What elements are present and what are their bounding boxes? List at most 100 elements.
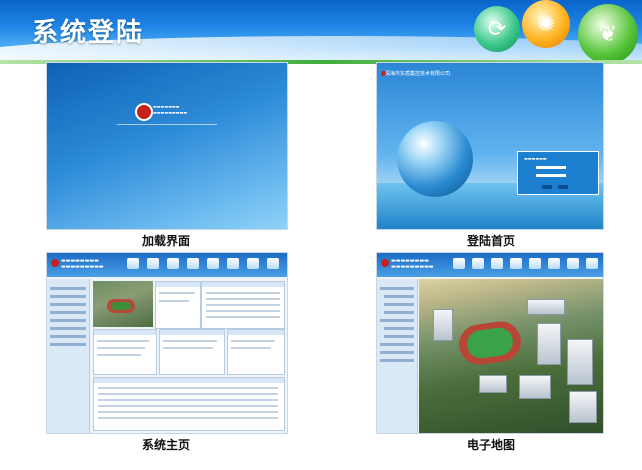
nav-device-icon (167, 258, 179, 269)
sidebar-item (380, 319, 414, 322)
notice-header (94, 330, 156, 335)
notice-line (97, 340, 149, 342)
building (567, 339, 593, 385)
sidebar-item (50, 327, 86, 330)
nav-map-icon (510, 258, 522, 269)
calendar-row (206, 298, 280, 300)
building (569, 391, 597, 423)
table-header (94, 378, 284, 383)
table-row (98, 393, 278, 395)
calendar-row (206, 304, 280, 306)
shortcut-line (231, 347, 271, 349)
notice-line (97, 354, 141, 356)
sidebar-item (380, 359, 414, 362)
building (479, 375, 507, 393)
info-line (159, 292, 195, 294)
login-brand-text: 深海市东盾集控技术有限公司 (385, 71, 451, 77)
calendar-row (206, 292, 280, 294)
emap-screenshot: ▬▬▬▬▬▬▬▬ ▬▬▬▬▬▬▬▬▬ (376, 252, 604, 434)
loading-screen-screenshot: ▬▬▬▬▬▬▬ ▬▬▬▬▬▬▬▬▬ (46, 62, 288, 230)
app-top-bar: ▬▬▬▬▬▬▬▬ ▬▬▬▬▬▬▬▬▬ (377, 253, 603, 277)
sidebar-item (380, 343, 414, 346)
loading-brand-text: ▬▬▬▬▬▬▬ ▬▬▬▬▬▬▬▬▬ (153, 104, 188, 115)
nav-alarm-icon (227, 258, 239, 269)
sidebar-item (50, 295, 86, 298)
sidebar-item (50, 319, 86, 322)
nav-monitor-icon (472, 258, 484, 269)
nav-monitor-icon (147, 258, 159, 269)
table-row (98, 399, 278, 401)
app-brand-text: ▬▬▬▬▬▬▬▬ ▬▬▬▬▬▬▬▬▬ (61, 258, 104, 270)
shortcut-line (231, 340, 275, 342)
nav-user-icon (247, 258, 259, 269)
nav-alarm-icon (548, 258, 560, 269)
app-sidebar (47, 279, 90, 433)
sun-orb-icon: ✺ (522, 0, 570, 48)
building (433, 309, 453, 341)
status-line (163, 347, 213, 349)
sidebar-item (384, 327, 414, 330)
sidebar-item (50, 343, 86, 346)
status-line (163, 340, 217, 342)
building (537, 323, 561, 365)
sidebar-item (50, 311, 86, 314)
table-row (98, 417, 278, 419)
recycle-orb-icon: ⟳ (474, 6, 520, 52)
sidebar-item (50, 335, 86, 338)
nav-home-icon (127, 258, 139, 269)
sidebar-item (380, 351, 414, 354)
login-form-title: ▬▬▬▬▬▬ (524, 156, 547, 161)
sidebar-item (380, 287, 414, 290)
sidebar-item (384, 303, 414, 306)
sidebar-item (50, 287, 86, 290)
building (527, 299, 565, 315)
loading-progress-line (117, 124, 217, 125)
table-row (98, 411, 278, 413)
app-sidebar (377, 279, 418, 433)
sidebar-item (384, 335, 414, 338)
info-line (159, 300, 189, 302)
nav-home-icon (453, 258, 465, 269)
caption-loading: 加载界面 (141, 234, 190, 248)
calendar-row (206, 316, 280, 318)
status-box (159, 329, 225, 375)
sidebar-item (384, 311, 414, 314)
building (519, 375, 551, 399)
login-button (542, 185, 552, 189)
calendar-row (206, 310, 280, 312)
table-row (98, 405, 278, 407)
nav-report-icon (207, 258, 219, 269)
reset-button (558, 185, 568, 189)
company-logo-icon (51, 259, 59, 267)
sports-field (111, 302, 131, 310)
login-page-screenshot: 深海市东盾集控技术有限公司 ▬▬▬▬▬▬ (376, 62, 604, 230)
company-logo-icon (381, 259, 389, 267)
sidebar-item (384, 295, 414, 298)
slide-title: 系统登陆 (32, 18, 145, 48)
campus-thumbnail-image (93, 281, 153, 327)
calendar-box (201, 281, 285, 329)
notice-line (97, 347, 145, 349)
nav-map-icon (187, 258, 199, 269)
sidebar-item (50, 303, 86, 306)
app-top-bar: ▬▬▬▬▬▬▬▬ ▬▬▬▬▬▬▬▬▬ (47, 253, 287, 277)
nav-report-icon (529, 258, 541, 269)
company-logo-icon (135, 103, 153, 121)
leaf-orb-icon: ❦ (578, 4, 638, 60)
globe-image (397, 121, 473, 197)
main-page-screenshot: ▬▬▬▬▬▬▬▬ ▬▬▬▬▬▬▬▬▬ (46, 252, 288, 434)
record-table (93, 377, 285, 431)
shortcut-header (228, 330, 284, 335)
nav-device-icon (491, 258, 503, 269)
slide-header: 系统登陆 ⟳ ✺ ❦ (0, 0, 642, 60)
notice-box (93, 329, 157, 375)
table-row (98, 387, 278, 389)
info-box (155, 281, 201, 329)
status-header (160, 330, 224, 335)
info-box-header (156, 282, 200, 287)
caption-login: 登陆首页 (466, 234, 515, 248)
nav-user-icon (567, 258, 579, 269)
shortcut-box (227, 329, 285, 375)
app-brand-text: ▬▬▬▬▬▬▬▬ ▬▬▬▬▬▬▬▬▬ (391, 258, 434, 270)
username-field (536, 166, 566, 169)
